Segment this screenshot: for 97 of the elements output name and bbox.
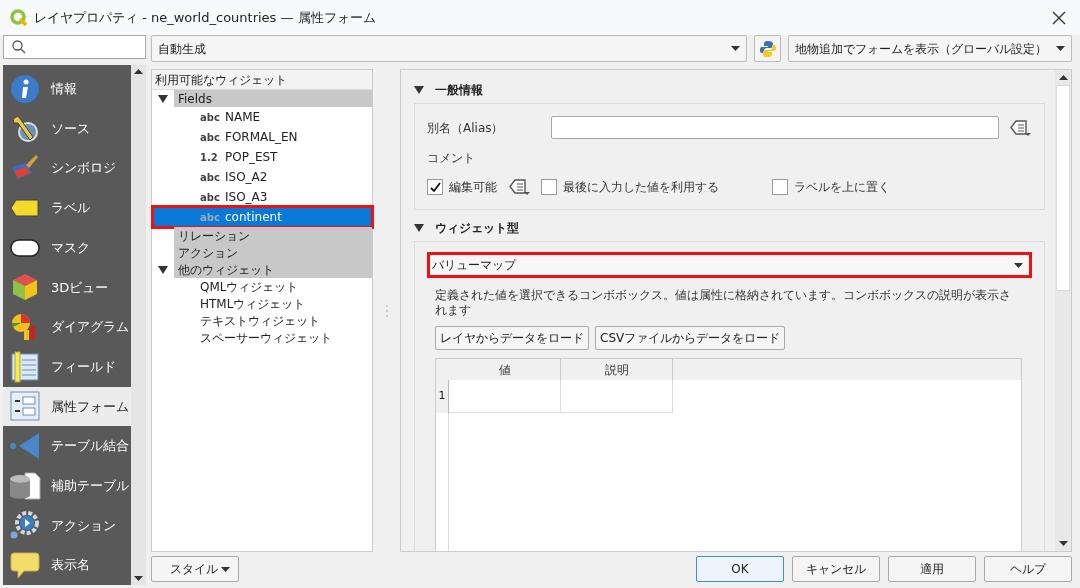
caret-icon [1056,46,1065,51]
tree-group[interactable]: Fields [174,90,372,107]
tree-item[interactable]: abc FORMAL_EN [153,127,372,147]
scroll-down-icon[interactable] [134,576,143,581]
checkbox-label[interactable]: 最後に入力した値を利用する [563,178,719,196]
sidebar-item[interactable]: 表示名 [3,545,131,585]
tree-group[interactable]: アクション [174,244,372,261]
field-type-label: abc [200,210,218,225]
form-display-dropdown[interactable]: 地物追加でフォームを表示（グローバル設定） [788,35,1072,62]
mask-icon [10,237,40,258]
column-header[interactable]: 値 [449,359,561,380]
sidebar-item[interactable]: 3Dビュー [3,267,131,308]
expression-icon[interactable] [1008,117,1032,138]
section-title: ウィジェット型 [435,220,519,237]
search-field[interactable] [3,35,146,59]
database-icon [9,470,41,501]
app-logo-icon [10,8,28,27]
checkbox-label[interactable]: 編集可能 [449,178,497,196]
field-type-label: abc [200,110,218,125]
field-type-label: abc [200,190,218,205]
table-cell[interactable] [449,380,561,413]
comment-label: コメント [427,150,476,167]
sidebar-item[interactable]: テーブル結合 [3,426,131,466]
tree-group[interactable]: 他のウィジェット [174,261,372,278]
load-button[interactable]: CSVファイルからデータをロード [595,326,786,350]
expression-icon[interactable] [507,177,531,197]
caret-icon [731,46,740,51]
splitter-handle-icon[interactable] [385,304,388,317]
alias-label: 別名（Alias） [427,119,505,137]
window-title: レイヤプロパティ - ne_world_countries — 属性フォーム [34,8,377,27]
speech-bubble-icon [10,550,40,581]
join-icon [9,431,41,462]
tree-item[interactable]: 1.2 POP_EST [153,147,372,167]
scroll-down-icon[interactable] [1058,541,1068,546]
style-button[interactable]: スタイル [151,556,239,582]
info-icon [10,73,40,104]
wrench-gear-icon [10,113,40,144]
layout-dropdown[interactable]: 自動生成 [151,35,747,62]
table-cell[interactable] [561,380,673,413]
scroll-up-icon[interactable] [134,69,143,74]
scrollbar[interactable] [131,65,146,585]
tree-item[interactable]: abc NAME [153,107,372,127]
python-button[interactable] [754,35,781,62]
sidebar-item[interactable]: ダイアグラム [3,307,131,347]
load-button[interactable]: レイヤからデータをロード [435,326,589,350]
gear-icon [9,510,41,541]
tree-header: 利用可能なウィジェット [152,70,372,90]
tree-item[interactable]: QMLウィジェット [153,278,372,295]
description-text: 定義された値を選択できるコンボボックス。値は属性に格納されています。コンボボックスの説明が表示されます [435,288,1012,318]
checkbox[interactable] [772,179,788,195]
collapse-arrow-icon[interactable] [414,86,424,94]
caret-icon [221,566,230,572]
collapse-arrow-icon[interactable] [414,224,424,232]
checkbox[interactable] [541,179,557,195]
field-type-label: 1.2 [200,150,218,165]
column-header[interactable]: 説明 [561,359,673,380]
sidebar-item[interactable]: 補助テーブル [3,465,131,506]
scrollbar-thumb[interactable] [1056,85,1070,291]
tree-item[interactable]: HTMLウィジェット [153,295,372,312]
section-title: 一般情報 [435,82,483,99]
tree-item[interactable]: abc ISO_A2 [153,167,372,187]
sidebar-item[interactable]: 属性フォーム [3,386,131,427]
sidebar-item[interactable]: マスク [3,227,131,268]
alias-input[interactable] [551,116,999,139]
sidebar-item[interactable]: アクション [3,505,131,546]
table-icon [10,350,40,383]
tree-item[interactable]: abc ISO_A3 [153,187,372,207]
scroll-up-icon[interactable] [1058,75,1068,80]
scrollbar[interactable] [1055,70,1071,551]
tree-item[interactable]: テキストウィジェット [153,312,372,329]
sidebar-item[interactable]: シンボロジ [3,148,131,189]
sidebar-item[interactable]: フィールド [3,346,131,387]
sidebar-item[interactable]: ソース [3,108,131,149]
dialog-button[interactable]: OK [696,556,784,582]
cube-icon [10,272,40,303]
tag-icon [10,197,40,218]
widget-type-dropdown[interactable]: バリューマップ [427,252,1032,278]
dialog-button[interactable]: キャンセル [792,556,880,582]
tree-item[interactable]: abc continent [153,207,372,227]
sidebar-item[interactable]: 情報 [3,69,131,109]
dialog-button[interactable]: 適用 [888,556,976,582]
collapse-arrow-icon[interactable] [158,265,168,274]
tree-item[interactable]: スペーサーウィジェット [153,329,372,346]
python-logo-icon [758,39,777,58]
row-header[interactable]: 1 [436,380,449,413]
checkbox[interactable] [427,179,443,195]
form-icon [10,391,40,422]
caret-icon [1014,262,1023,268]
collapse-arrow-icon[interactable] [158,94,168,103]
field-type-label: abc [200,130,218,145]
sidebar-item[interactable]: ラベル [3,188,131,228]
close-icon[interactable] [1052,10,1066,25]
checkbox-label[interactable]: ラベルを上に置く [794,178,890,196]
dialog-button[interactable]: ヘルプ [984,556,1072,582]
field-type-label: abc [200,170,218,185]
tree-group[interactable]: リレーション [174,227,372,244]
search-icon [12,40,26,54]
